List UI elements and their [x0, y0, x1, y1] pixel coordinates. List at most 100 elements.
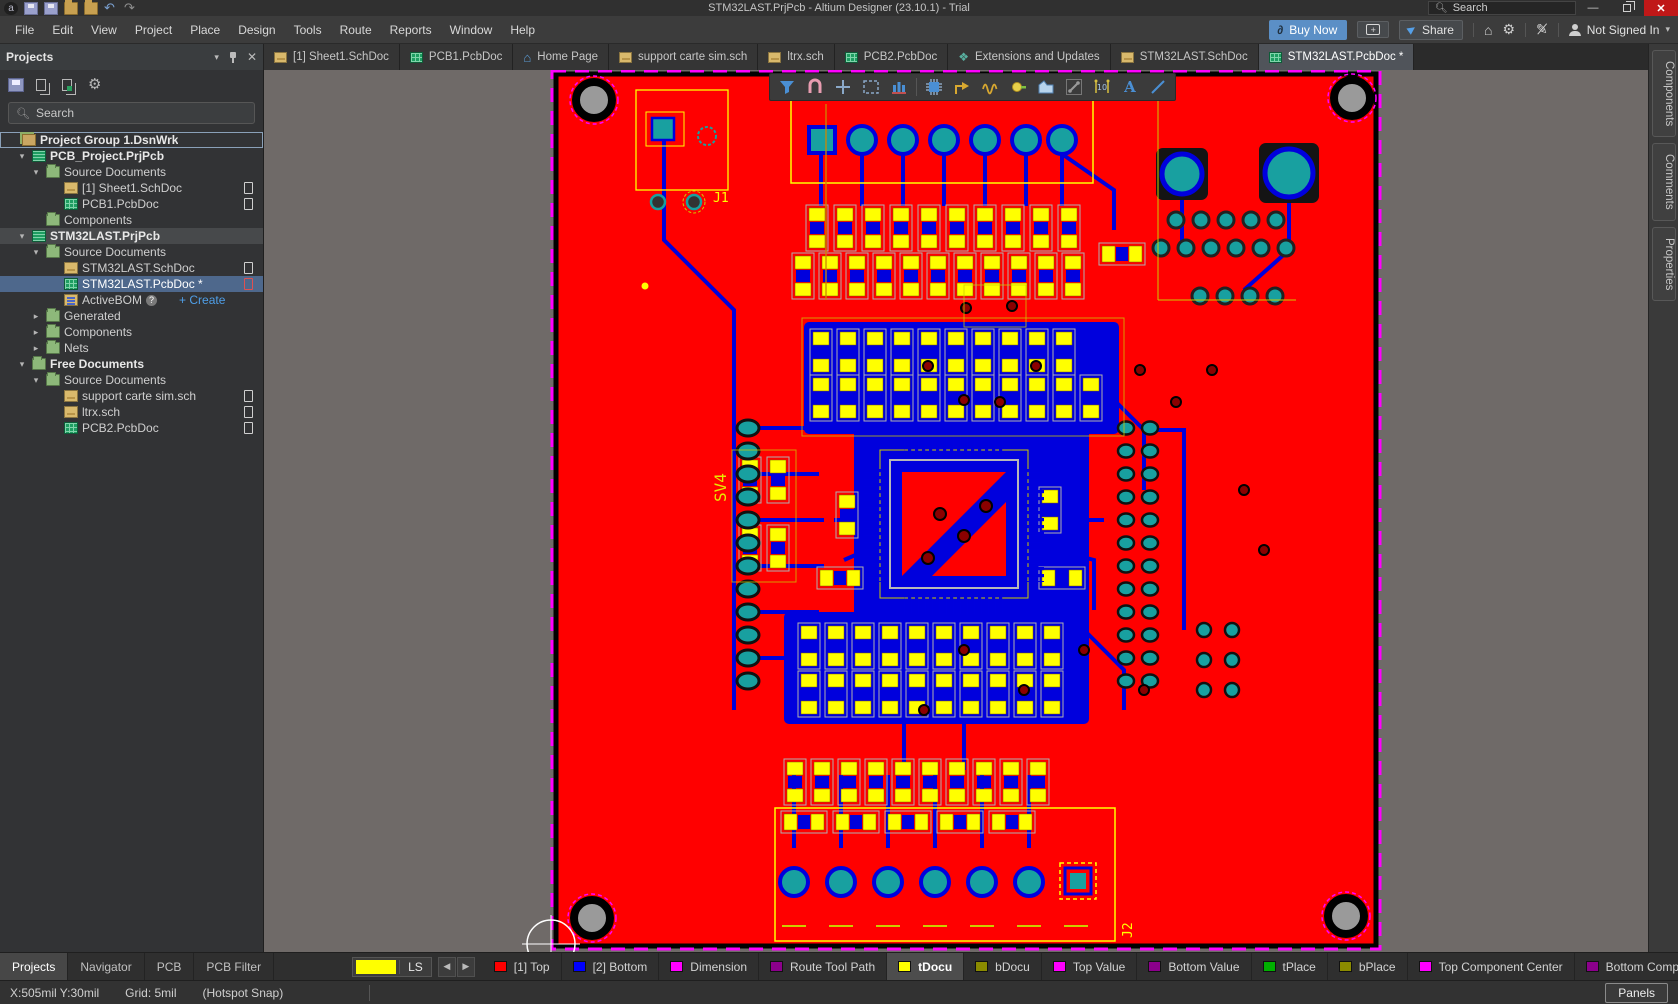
pin-icon[interactable] — [228, 51, 238, 63]
tab-properties[interactable]: Properties — [1652, 227, 1676, 301]
create-link[interactable]: + Create — [179, 293, 225, 307]
tree-item-free-documents[interactable]: ▾Free Documents — [0, 356, 263, 372]
pcb-board-view[interactable]: J1 SV4 J2 — [264, 70, 1648, 952]
menu-help[interactable]: Help — [501, 19, 544, 41]
expand-arrow-icon[interactable]: ▾ — [16, 359, 28, 370]
tab-support-carte-sim[interactable]: support carte sim.sch — [609, 44, 758, 70]
tree-item-components-2[interactable]: ▸Components — [0, 324, 263, 340]
menu-edit[interactable]: Edit — [43, 19, 82, 41]
save-icon[interactable] — [8, 78, 24, 92]
layer-scroll-right-icon[interactable]: ▶ — [457, 957, 475, 977]
panel-tab-pcb-filter[interactable]: PCB Filter — [194, 953, 274, 981]
tree-item-ltrx-sch[interactable]: ltrx.sch — [0, 404, 263, 420]
panel-close-icon[interactable]: ✕ — [247, 50, 257, 64]
tree-item-nets[interactable]: ▸Nets — [0, 340, 263, 356]
menu-reports[interactable]: Reports — [381, 19, 441, 41]
layer-tab-bottom-value[interactable]: Bottom Value — [1137, 953, 1251, 981]
tab-pcb1-pcbdoc[interactable]: PCB1.PcbDoc — [400, 44, 514, 70]
tree-item-pcb1-pcbdoc[interactable]: PCB1.PcbDoc — [0, 196, 263, 212]
settings-gear-icon[interactable]: ⚙ — [1502, 21, 1515, 38]
expand-arrow-icon[interactable]: ▾ — [30, 375, 42, 386]
tree-item-components-1[interactable]: Components — [0, 212, 263, 228]
gear-icon[interactable]: ⚙ — [88, 78, 101, 92]
help-icon[interactable]: ? — [146, 295, 157, 306]
expand-arrow-icon[interactable]: ▾ — [16, 151, 28, 162]
tab-stm32last-pcbdoc[interactable]: STM32LAST.PcbDoc * — [1259, 44, 1415, 70]
tree-item-sheet1-schdoc[interactable]: [1] Sheet1.SchDoc — [0, 180, 263, 196]
tab-sheet1-schdoc[interactable]: [1] Sheet1.SchDoc — [264, 44, 400, 70]
validate-project-icon[interactable] — [62, 79, 72, 91]
menu-project[interactable]: Project — [126, 19, 181, 41]
tree-item-support-carte-sim[interactable]: support carte sim.sch — [0, 388, 263, 404]
layer-tab-dimension[interactable]: Dimension — [659, 953, 759, 981]
tree-item-generated[interactable]: ▸Generated — [0, 308, 263, 324]
move-crosshair-icon[interactable] — [830, 75, 856, 99]
buy-now-button[interactable]: ∂Buy Now — [1269, 20, 1347, 40]
layer-tab-top-component-center[interactable]: Top Component Center — [1408, 953, 1575, 981]
layer-tab-bottom[interactable]: [2] Bottom — [562, 953, 660, 981]
select-area-icon[interactable] — [858, 75, 884, 99]
open-project-icon[interactable] — [84, 2, 98, 15]
compare-documents-icon[interactable] — [36, 79, 46, 91]
global-search-input[interactable]: 🔍︎ Search — [1428, 1, 1576, 15]
panel-dropdown-icon[interactable]: ▾ — [214, 52, 219, 63]
menu-window[interactable]: Window — [441, 19, 502, 41]
filter-icon[interactable] — [774, 75, 800, 99]
pcb-editor-canvas[interactable]: J1 SV4 J2 10 A — [264, 70, 1648, 952]
tree-item-pcb-project[interactable]: ▾PCB_Project.PrjPcb — [0, 148, 263, 164]
save-all-icon[interactable] — [44, 2, 58, 15]
expand-arrow-icon[interactable]: ▸ — [30, 311, 42, 322]
tree-item-project-group[interactable]: Project Group 1.DsnWrk — [0, 132, 263, 148]
measure-icon[interactable] — [1061, 75, 1087, 99]
tree-item-activebom[interactable]: ActiveBOM?+ Create — [0, 292, 263, 308]
panel-tab-navigator[interactable]: Navigator — [68, 953, 144, 981]
panels-button[interactable]: Panels — [1605, 983, 1668, 1003]
tab-extensions-updates[interactable]: ❖Extensions and Updates — [948, 44, 1110, 70]
tree-item-source-documents-3[interactable]: ▾Source Documents — [0, 372, 263, 388]
layer-set-selector[interactable]: LS — [352, 957, 432, 977]
restore-button[interactable] — [1610, 0, 1644, 16]
layer-tab-top[interactable]: [1] Top — [483, 953, 562, 981]
tab-stm32last-schdoc[interactable]: STM32LAST.SchDoc — [1111, 44, 1259, 70]
tree-item-source-documents-1[interactable]: ▾Source Documents — [0, 164, 263, 180]
feedback-button[interactable]: + — [1357, 21, 1389, 38]
tree-item-pcb2-pcbdoc[interactable]: PCB2.PcbDoc — [0, 420, 263, 436]
layer-tab-tdocu[interactable]: tDocu — [887, 953, 964, 981]
tree-item-stm32last-schdoc[interactable]: STM32LAST.SchDoc — [0, 260, 263, 276]
via-icon[interactable] — [1005, 75, 1031, 99]
tab-components[interactable]: Components — [1652, 50, 1676, 137]
layer-scroll-left-icon[interactable]: ◀ — [438, 957, 456, 977]
layer-tab-route-tool-path[interactable]: Route Tool Path — [759, 953, 887, 981]
account-menu[interactable]: Not Signed In ▾ — [1569, 23, 1670, 37]
expand-arrow-icon[interactable]: ▸ — [30, 327, 42, 338]
expand-arrow-icon[interactable]: ▸ — [30, 343, 42, 354]
menu-file[interactable]: File — [6, 19, 43, 41]
tab-comments[interactable]: Comments — [1652, 143, 1676, 221]
text-tool-icon[interactable]: A — [1117, 75, 1143, 99]
differential-pair-icon[interactable] — [977, 75, 1003, 99]
layer-tab-bdocu[interactable]: bDocu — [964, 953, 1042, 981]
layer-tab-bottom-component-center[interactable]: Bottom Component Center — [1575, 953, 1678, 981]
polygon-pour-icon[interactable] — [1033, 75, 1059, 99]
tree-item-stm32last-pcbdoc[interactable]: STM32LAST.PcbDoc * — [0, 276, 263, 292]
expand-arrow-icon[interactable]: ▾ — [30, 247, 42, 258]
menu-view[interactable]: View — [82, 19, 126, 41]
tree-item-source-documents-2[interactable]: ▾Source Documents — [0, 244, 263, 260]
tree-item-stm32last-project[interactable]: ▾STM32LAST.PrjPcb — [0, 228, 263, 244]
interactive-routing-icon[interactable] — [949, 75, 975, 99]
save-icon[interactable] — [24, 2, 38, 15]
menu-place[interactable]: Place — [181, 19, 229, 41]
tab-ltrx-sch[interactable]: ltrx.sch — [758, 44, 834, 70]
redo-icon[interactable]: ↷ — [124, 2, 138, 15]
panel-tab-projects[interactable]: Projects — [0, 953, 68, 981]
menu-route[interactable]: Route — [331, 19, 381, 41]
menu-design[interactable]: Design — [229, 19, 284, 41]
menu-tools[interactable]: Tools — [285, 19, 331, 41]
minimize-button[interactable]: — — [1576, 0, 1610, 16]
tab-pcb2-pcbdoc[interactable]: PCB2.PcbDoc — [835, 44, 949, 70]
home-icon[interactable]: ⌂ — [1484, 22, 1492, 38]
snap-magnet-icon[interactable] — [802, 75, 828, 99]
component-icon[interactable] — [921, 75, 947, 99]
undo-icon[interactable]: ↶ — [104, 2, 118, 15]
tab-home-page[interactable]: ⌂Home Page — [513, 44, 609, 70]
